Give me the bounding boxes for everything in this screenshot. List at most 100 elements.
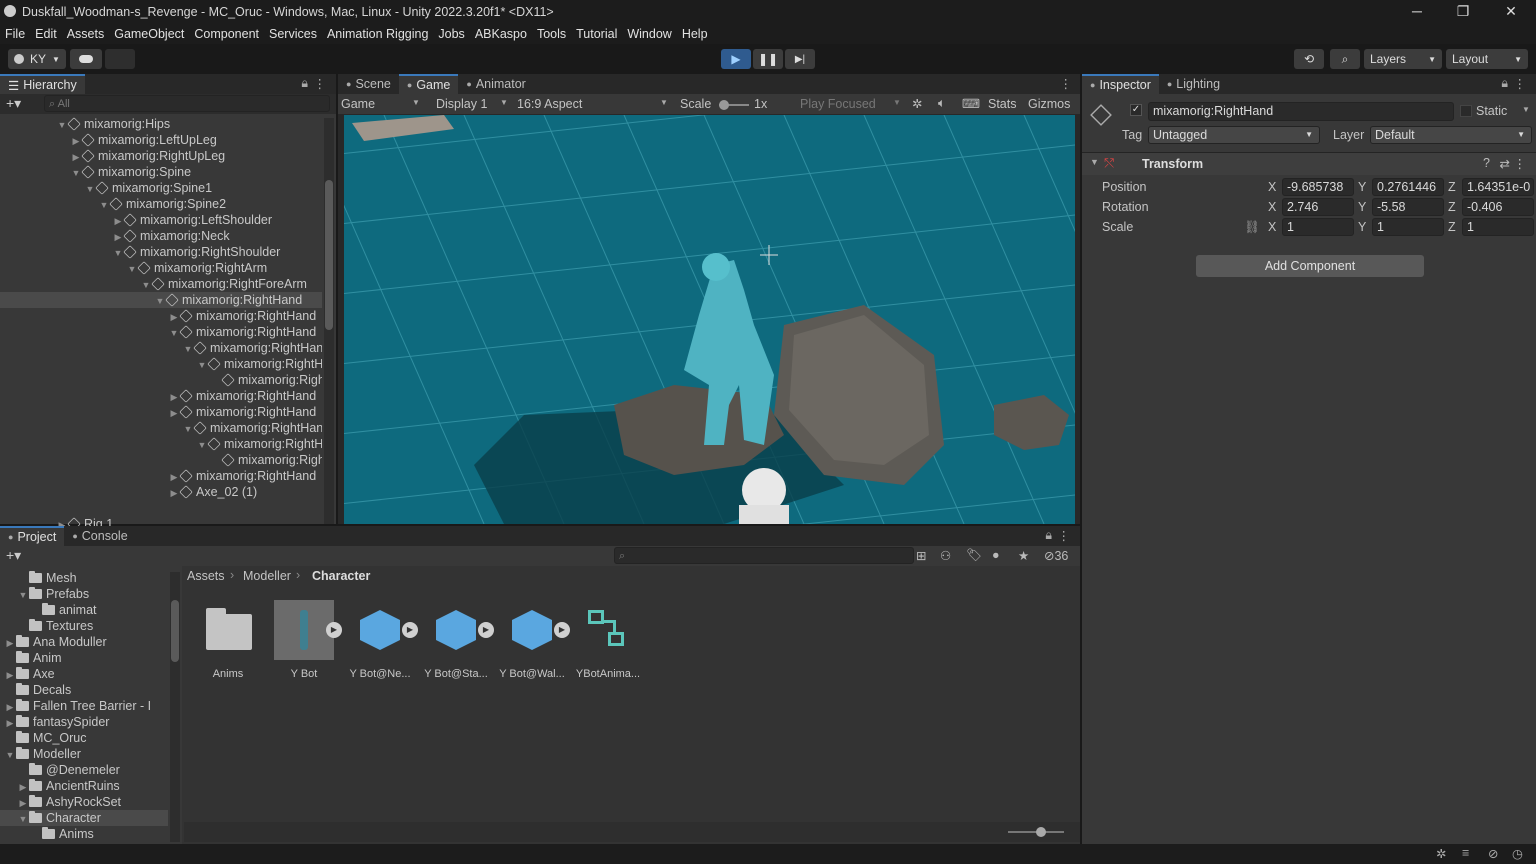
project-tree-item[interactable]: Anims (0, 826, 168, 842)
expand-arrow-icon[interactable]: ▶ (168, 485, 180, 500)
game-mode-dropdown[interactable]: Game (341, 97, 375, 111)
breadcrumb-item[interactable]: Assets (187, 569, 225, 583)
hierarchy-row[interactable]: ▼ mixamorig:RightForeArm (0, 276, 322, 292)
asset-item[interactable]: ▶ Y Bot (270, 600, 342, 680)
transform-header[interactable]: ▼ ⤲ Transform ? ⇄ ⋮ (1082, 153, 1536, 175)
menu-item-help[interactable]: Help (677, 27, 713, 41)
stats-button[interactable]: Stats (988, 97, 1017, 111)
hierarchy-row[interactable]: ▼ mixamorig:Spine1 (0, 180, 322, 196)
help-icon[interactable]: ? (1483, 156, 1490, 170)
expand-arrow-icon[interactable]: ▶ (168, 469, 180, 484)
hierarchy-row[interactable]: ▼ mixamorig:RightHand (0, 292, 322, 308)
expand-arrow-icon[interactable]: ▶ (17, 795, 29, 810)
project-search-input[interactable]: ⌕ (614, 547, 914, 564)
cache-icon[interactable]: ≡ (1462, 846, 1469, 860)
menu-item-gameobject[interactable]: GameObject (109, 27, 189, 41)
add-component-button[interactable]: Add Component (1196, 255, 1424, 277)
menu-item-tutorial[interactable]: Tutorial (571, 27, 622, 41)
transform-rotation-z-field[interactable]: -0.406 (1462, 198, 1534, 216)
game-viewport[interactable] (344, 115, 1075, 524)
hierarchy-row[interactable]: ▼ mixamorig:RightHand (0, 420, 322, 436)
project-tree-item[interactable]: ▶ Ana Moduller (0, 634, 168, 650)
menu-item-window[interactable]: Window (622, 27, 676, 41)
project-tree-item[interactable]: ▶ Axe (0, 666, 168, 682)
expand-arrow-icon[interactable]: ▼ (196, 437, 208, 452)
label-filter-icon[interactable]: 🏷︎ (966, 548, 982, 563)
transform-scale-z-field[interactable]: 1 (1462, 218, 1534, 236)
layout-dropdown[interactable]: Layout ▼ (1446, 49, 1528, 69)
hierarchy-row[interactable]: ▼ mixamorig:RightHand (0, 356, 322, 372)
step-button[interactable]: ▶| (785, 49, 815, 69)
create-button[interactable]: +▾ (6, 95, 21, 112)
lock-icon[interactable]: 🔒︎ (301, 76, 308, 91)
tab-console[interactable]: ● Console (64, 526, 135, 546)
tab-game[interactable]: ● Game (398, 74, 459, 94)
expand-arrow-icon[interactable]: ▶ (17, 779, 29, 794)
scroll-thumb[interactable] (325, 180, 333, 330)
tab-scene[interactable]: ● Scene (338, 74, 399, 94)
play-focused-dropdown[interactable]: Play Focused (800, 97, 876, 111)
expand-arrow-icon[interactable]: ▼ (84, 181, 96, 196)
search-by-type-icon[interactable]: ⊞ (916, 548, 926, 563)
expand-arrow-icon[interactable]: ▶ (168, 309, 180, 324)
expand-arrow-icon[interactable]: ▼ (17, 587, 29, 602)
component-menu-icon[interactable]: ⋮ (1514, 156, 1527, 171)
expand-arrow-icon[interactable]: ▼ (154, 293, 166, 308)
static-checkbox[interactable] (1460, 105, 1472, 117)
hierarchy-row[interactable]: mixamorig:RightHand (0, 452, 322, 468)
asset-item[interactable]: Anims (194, 600, 262, 680)
bug-icon[interactable]: ✲ (912, 96, 922, 111)
project-tree-item[interactable]: ▼ Modeller (0, 746, 168, 762)
transform-rotation-y-field[interactable]: -5.58 (1372, 198, 1444, 216)
project-tree-item[interactable]: animat (0, 602, 168, 618)
hierarchy-row[interactable]: ▼ mixamorig:RightHand (0, 436, 322, 452)
transform-rotation-x-field[interactable]: 2.746 (1282, 198, 1354, 216)
project-more-icon[interactable]: ⋮ (1058, 528, 1071, 543)
menu-item-abkaspo[interactable]: ABKaspo (470, 27, 532, 41)
collab-button[interactable] (105, 49, 135, 69)
play-button[interactable]: ▶ (721, 49, 751, 69)
menu-item-services[interactable]: Services (264, 27, 322, 41)
hidden-count[interactable]: ⊘36 (1044, 548, 1068, 563)
tab-animator[interactable]: ● Animator (458, 74, 533, 94)
progress-icon[interactable]: ◷ (1512, 846, 1523, 861)
favorite-icon[interactable]: ★ (1018, 548, 1029, 563)
hierarchy-row[interactable]: ▶ Axe_02 (1) (0, 484, 322, 500)
bug-report-icon[interactable]: ⊘ (1488, 846, 1498, 861)
project-lock-icon[interactable]: 🔒︎ (1045, 528, 1052, 543)
transform-scale-y-field[interactable]: 1 (1372, 218, 1444, 236)
breadcrumb-item[interactable]: Character (312, 569, 370, 583)
project-tree-item[interactable]: ▶ fantasySpider (0, 714, 168, 730)
hierarchy-row[interactable] (0, 500, 322, 516)
more-menu-icon[interactable]: ⋮ (314, 76, 327, 91)
transform-position-y-field[interactable]: 0.2761446 (1372, 178, 1444, 196)
maximize-button[interactable]: ❐ (1440, 0, 1486, 24)
hierarchy-row[interactable]: ▶ mixamorig:LeftUpLeg (0, 132, 322, 148)
expand-arrow-icon[interactable]: ▼ (98, 197, 110, 212)
hierarchy-search-input[interactable]: ⌕ All (44, 95, 330, 112)
menu-item-jobs[interactable]: Jobs (433, 27, 469, 41)
filter-type-icon[interactable]: ⚇ (940, 548, 951, 563)
pause-button[interactable]: ❚❚ (753, 49, 783, 69)
expand-arrow-icon[interactable]: ▶ (70, 149, 82, 164)
hierarchy-row[interactable]: mixamorig:RightHand (0, 372, 322, 388)
expand-arrow-icon[interactable]: ▼ (70, 165, 82, 180)
hierarchy-row[interactable]: ▶ mixamorig:RightHand (0, 308, 322, 324)
game-more-icon[interactable]: ⋮ (1060, 76, 1073, 91)
close-button[interactable]: ✕ (1488, 0, 1534, 24)
inspector-lock-icon[interactable]: 🔒︎ (1501, 76, 1508, 91)
expand-arrow-icon[interactable]: ▶ (4, 667, 16, 682)
project-tree-item[interactable]: Anim (0, 650, 168, 666)
expand-arrow-icon[interactable]: ▼ (182, 421, 194, 436)
expand-arrow-icon[interactable]: ▼ (196, 357, 208, 372)
transform-position-x-field[interactable]: -9.685738 (1282, 178, 1354, 196)
tab-lighting[interactable]: ● Lighting (1159, 74, 1228, 94)
display-dropdown[interactable]: Display 1 (436, 97, 487, 111)
tab-project[interactable]: ● Project (0, 526, 65, 546)
preset-icon[interactable]: ⇄ (1500, 156, 1510, 171)
menu-item-component[interactable]: Component (189, 27, 264, 41)
scale-slider[interactable] (719, 100, 749, 110)
tab-hierarchy[interactable]: ☰ Hierarchy (0, 74, 85, 94)
expand-arrow-icon[interactable]: ▶ (168, 389, 180, 404)
layer-dropdown[interactable]: Default ▼ (1370, 126, 1532, 144)
